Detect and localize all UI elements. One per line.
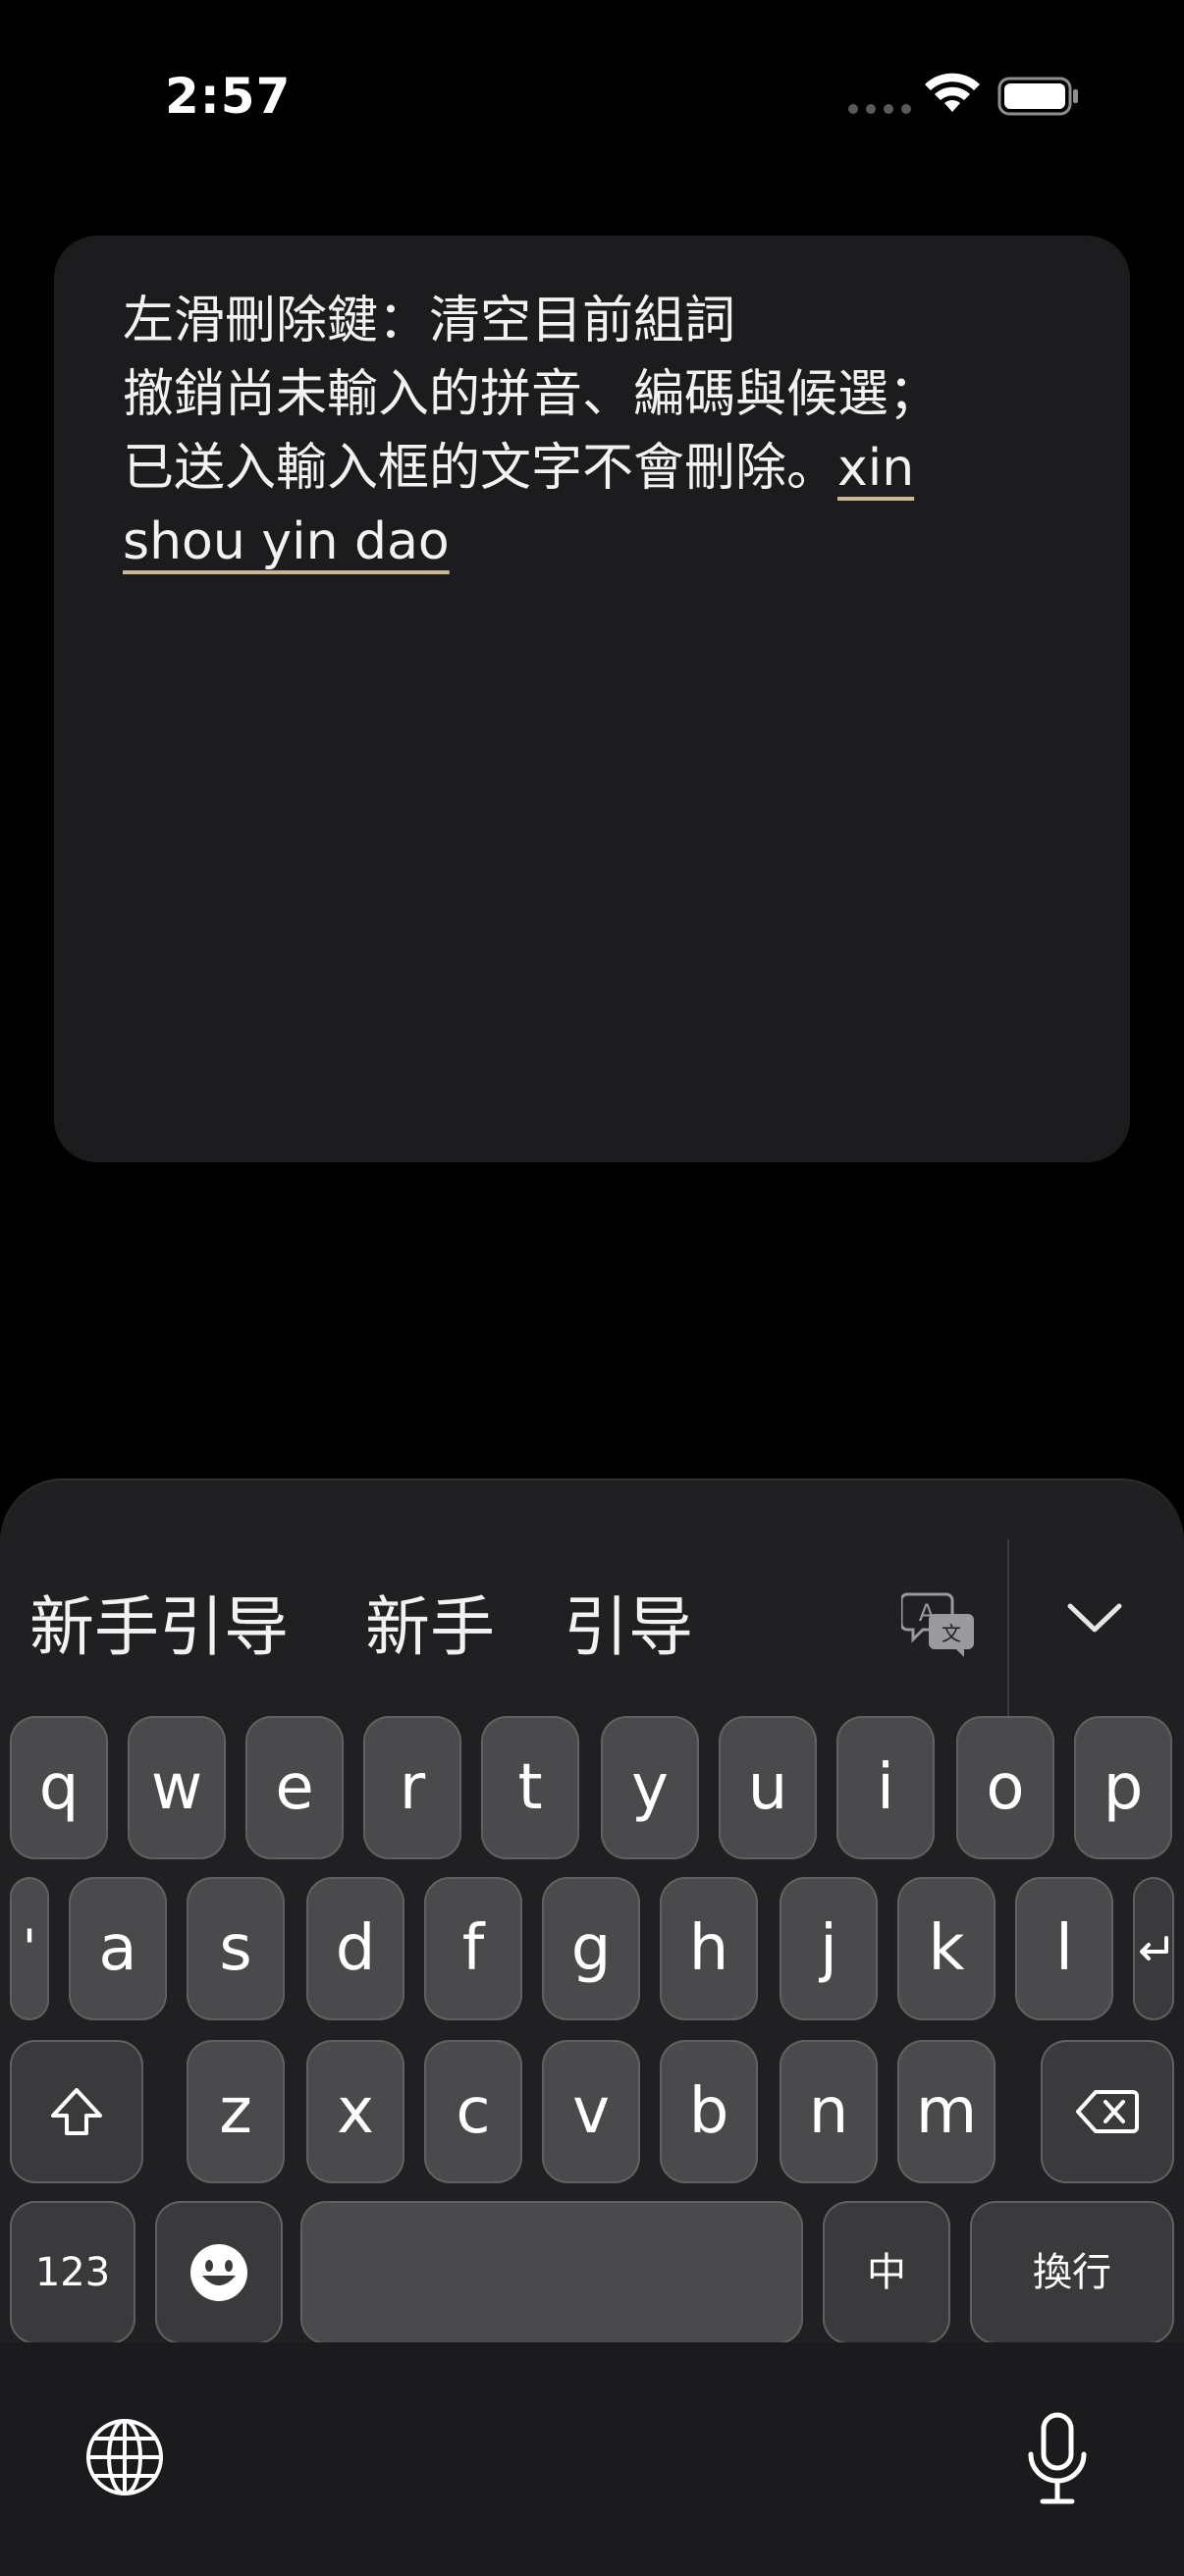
key-i[interactable]: i (836, 1716, 935, 1859)
composing-text-part: xin (837, 439, 915, 498)
key-m[interactable]: m (897, 2040, 996, 2183)
key-q[interactable]: q (10, 1716, 108, 1859)
note-line: shou yin dao (123, 506, 1085, 579)
key-o[interactable]: o (956, 1716, 1054, 1859)
note-line: 左滑刪除鍵：清空目前組詞 (123, 292, 736, 350)
candidate-divider (1007, 1539, 1009, 1716)
return-key[interactable]: 換行 (970, 2201, 1174, 2344)
emoji-icon (190, 2244, 247, 2301)
status-time: 2:57 (165, 68, 292, 125)
microphone-icon[interactable] (1025, 2411, 1090, 2509)
candidate-item[interactable]: 新手 (365, 1588, 495, 1667)
key-h[interactable]: h (660, 1877, 758, 2020)
note-line: 撤銷尚未輸入的拼音、編碼與候選； (123, 365, 941, 424)
key-l[interactable]: l (1015, 1877, 1113, 2020)
return-key-small[interactable] (1133, 1877, 1174, 2020)
shift-key[interactable] (10, 2040, 143, 2183)
key-c[interactable]: c (424, 2040, 522, 2183)
delete-icon (1076, 2090, 1139, 2133)
key-b[interactable]: b (660, 2040, 758, 2183)
emoji-key[interactable] (155, 2201, 283, 2344)
battery-icon (997, 77, 1078, 116)
numbers-key[interactable]: 123 (10, 2201, 135, 2344)
note-text-area[interactable]: 左滑刪除鍵：清空目前組詞 撤銷尚未輸入的拼音、編碼與候選； 已送入輸入框的文字不… (54, 236, 1130, 1162)
key-n[interactable]: n (780, 2040, 878, 2183)
signal-dots-icon (848, 104, 911, 114)
key-z[interactable]: z (187, 2040, 285, 2183)
space-bar[interactable] (300, 2201, 803, 2344)
key-y[interactable]: y (601, 1716, 699, 1859)
key-k[interactable]: k (897, 1877, 996, 2020)
key-r[interactable]: r (363, 1716, 461, 1859)
return-icon (1140, 1936, 1168, 1960)
translate-icon[interactable]: A 文 (901, 1588, 980, 1657)
key-v[interactable]: v (542, 2040, 640, 2183)
key-u[interactable]: u (719, 1716, 817, 1859)
keyboard: 新手引导 新手 引导 A 文 q w e r t y u i o p ' a s… (0, 1478, 1184, 2576)
key-f[interactable]: f (424, 1877, 522, 2020)
mode-key[interactable]: 中 (823, 2201, 950, 2344)
note-line-text: 已送入輸入框的文字不會刪除。 (123, 439, 838, 498)
globe-icon[interactable] (84, 2417, 165, 2497)
shift-icon (51, 2088, 102, 2135)
composing-text-part: shou yin dao (123, 512, 450, 571)
candidate-item[interactable]: 新手引导 (29, 1588, 289, 1667)
keyboard-bottom-bar (0, 2342, 1184, 2576)
key-t[interactable]: t (481, 1716, 579, 1859)
note-content[interactable]: 左滑刪除鍵：清空目前組詞 撤銷尚未輸入的拼音、編碼與候選； 已送入輸入框的文字不… (123, 285, 1085, 579)
key-x[interactable]: x (306, 2040, 404, 2183)
key-s[interactable]: s (187, 1877, 285, 2020)
note-line: 已送入輸入框的文字不會刪除。xin (123, 432, 1085, 506)
key-e[interactable]: e (245, 1716, 344, 1859)
candidate-item[interactable]: 引导 (564, 1588, 693, 1667)
wifi-icon (925, 73, 980, 112)
key-apostrophe[interactable]: ' (10, 1877, 49, 2020)
svg-text:文: 文 (942, 1622, 961, 1645)
candidate-bar: 新手引导 新手 引导 A 文 (0, 1480, 1184, 1716)
chevron-down-icon[interactable] (1060, 1594, 1129, 1643)
key-p[interactable]: p (1074, 1716, 1172, 1859)
key-w[interactable]: w (128, 1716, 226, 1859)
key-j[interactable]: j (780, 1877, 878, 2020)
key-g[interactable]: g (542, 1877, 640, 2020)
key-d[interactable]: d (306, 1877, 404, 2020)
delete-key[interactable] (1041, 2040, 1174, 2183)
key-a[interactable]: a (69, 1877, 167, 2020)
